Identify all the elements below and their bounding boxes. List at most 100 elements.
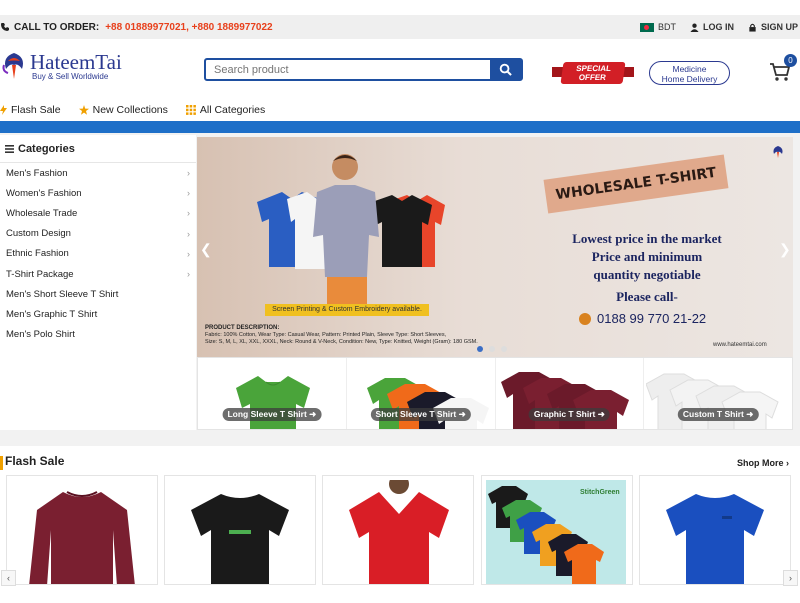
banner-dot-3[interactable]	[501, 346, 507, 352]
banner-dot-2[interactable]	[489, 346, 495, 352]
product-image: StitchGreen	[488, 486, 620, 584]
categories-list: Men's Fashion › Women's Fashion › Wholesale …	[0, 163, 196, 345]
strip-short-sleeve[interactable]: Short Sleeve T Shirt ➜	[347, 358, 496, 429]
product-image	[349, 480, 449, 584]
search-input[interactable]	[206, 60, 490, 79]
strip-long-sleeve[interactable]: Long Sleeve T Shirt ➜	[198, 358, 347, 429]
banner-next-arrow[interactable]: ❯	[779, 241, 791, 258]
signup-link[interactable]: SIGN UP	[748, 22, 798, 32]
order-phone-numbers[interactable]: +88 01889977021, +880 1889977022	[105, 22, 272, 33]
banner-headline: WHOLESALE T-SHIRT	[543, 154, 729, 214]
category-item[interactable]: Ethnic Fashion ›	[0, 244, 196, 264]
strip-graphic[interactable]: Graphic T Shirt ➜	[496, 358, 645, 429]
logo-mark-icon	[0, 51, 28, 81]
category-item[interactable]: Men's Polo Shirt	[0, 325, 196, 345]
category-item-label: Wholesale Trade	[6, 207, 78, 219]
category-item[interactable]: Men's Fashion ›	[0, 163, 196, 183]
list-icon	[5, 144, 14, 153]
grid-icon	[185, 105, 196, 115]
flash-scroll-right-button[interactable]: ›	[783, 570, 798, 586]
bangladesh-flag-icon	[639, 22, 654, 32]
banner-line-3: quantity negotiable	[593, 267, 701, 282]
categories-header: Categories	[0, 135, 196, 163]
currency-selector[interactable]: BDT	[639, 22, 676, 32]
site-logo[interactable]: HateemTai Buy & Sell Worldwide	[0, 51, 122, 81]
category-item[interactable]: T-Shirt Package ›	[0, 264, 196, 284]
category-item-label: Custom Design	[6, 228, 71, 240]
strip-short-sleeve-text: Short Sleeve T Shirt	[375, 409, 457, 419]
top-bar: CALL TO ORDER: +88 01889977021, +880 188…	[0, 15, 800, 39]
home-delivery-label: Home Delivery	[661, 74, 718, 84]
banner-phone: 0188 99 770 21-22	[579, 311, 706, 326]
star-icon	[78, 105, 89, 115]
category-item[interactable]: Wholesale Trade ›	[0, 203, 196, 223]
nav-flash-sale[interactable]: Flash Sale	[0, 104, 61, 116]
call-to-order-label: CALL TO ORDER:	[14, 21, 100, 33]
banner-prev-arrow[interactable]: ❮	[200, 241, 212, 258]
lightning-icon	[0, 105, 7, 115]
search-icon	[499, 63, 512, 76]
strip-long-sleeve-text: Long Sleeve T Shirt	[227, 409, 307, 419]
banner-phone-icon	[579, 312, 591, 325]
chevron-right-icon: ›	[187, 269, 190, 280]
chevron-right-icon: ›	[187, 188, 190, 199]
category-item[interactable]: Women's Fashion ›	[0, 183, 196, 203]
cart-count-badge: 0	[784, 54, 797, 67]
banner-line-4: Please call-	[616, 289, 678, 304]
banner-website: www.hateemtai.com	[713, 342, 767, 348]
medicine-delivery-button[interactable]: Medicine Home Delivery	[649, 61, 730, 85]
medicine-label: Medicine	[672, 64, 707, 74]
strip-label-long-sleeve: Long Sleeve T Shirt ➜	[222, 408, 322, 421]
category-item-label: Women's Fashion	[6, 187, 82, 199]
banner-logo-icon	[773, 146, 783, 158]
currency-label: BDT	[657, 22, 676, 32]
strip-custom-text: Custom T Shirt	[682, 409, 744, 419]
signup-label: SIGN UP	[760, 22, 798, 32]
banner-printing-note: Screen Printing & Custom Embroidery avai…	[265, 304, 429, 316]
product-image	[191, 494, 289, 584]
strip-custom[interactable]: Custom T Shirt ➜	[644, 358, 792, 429]
category-item-label: Men's Fashion	[6, 167, 68, 179]
product-card[interactable]	[6, 475, 158, 585]
flash-scroll-left-button[interactable]: ‹	[1, 570, 16, 586]
lock-icon	[749, 23, 756, 32]
flash-sale-title: Flash Sale	[5, 454, 65, 468]
nav-new-collections[interactable]: New Collections	[78, 104, 168, 116]
strip-label-short-sleeve: Short Sleeve T Shirt ➜	[370, 408, 471, 421]
strip-label-graphic: Graphic T Shirt ➜	[528, 408, 610, 421]
shop-more-link[interactable]: Shop More ›	[737, 458, 789, 468]
nav-all-categories[interactable]: All Categories	[185, 104, 265, 116]
search-button[interactable]	[490, 60, 521, 79]
product-card[interactable]	[639, 475, 791, 585]
banner-desc-line2: Size: S, M, L, XL, XXL, XXXL, Neck: Roun…	[205, 339, 478, 345]
category-item-label: Men's Polo Shirt	[6, 329, 75, 341]
special-offer-badge[interactable]: SPECIAL OFFER	[552, 59, 634, 87]
product-card[interactable]	[164, 475, 316, 585]
main-nav: Flash Sale New Collections All Categorie…	[0, 100, 800, 120]
brand-name: HateemTai	[30, 49, 122, 74]
phone-icon	[0, 22, 10, 32]
banner-dot-1[interactable]	[477, 346, 483, 352]
banner-desc-title: PRODUCT DESCRIPTION:	[205, 325, 280, 331]
category-item[interactable]: Men's Short Sleeve T Shirt	[0, 284, 196, 304]
cart-button[interactable]: 0	[769, 54, 797, 83]
category-item-label: Ethnic Fashion	[6, 248, 69, 260]
strip-graphic-text: Graphic T Shirt	[533, 409, 596, 419]
categories-panel: Categories Men's Fashion › Women's Fashion…	[0, 135, 196, 430]
banner-tshirts-image	[257, 154, 445, 307]
hero-banner[interactable]: Screen Printing & Custom Embroidery avai…	[197, 137, 793, 357]
category-item[interactable]: Custom Design ›	[0, 224, 196, 244]
banner-line-2: Price and minimum	[591, 249, 703, 264]
product-image	[29, 491, 135, 584]
category-item-label: T-Shirt Package	[6, 268, 74, 280]
product-card[interactable]: StitchGreen	[481, 475, 633, 585]
nav-flash-sale-label: Flash Sale	[11, 104, 61, 116]
product-card[interactable]	[322, 475, 474, 585]
nav-new-collections-label: New Collections	[92, 104, 168, 116]
product-image	[666, 494, 764, 584]
categories-title: Categories	[18, 142, 75, 155]
category-item[interactable]: Men's Graphic T Shirt	[0, 304, 196, 324]
login-link[interactable]: LOG IN	[690, 22, 734, 32]
chevron-right-icon: ›	[187, 248, 190, 259]
shop-more-label: Shop More	[737, 458, 784, 468]
